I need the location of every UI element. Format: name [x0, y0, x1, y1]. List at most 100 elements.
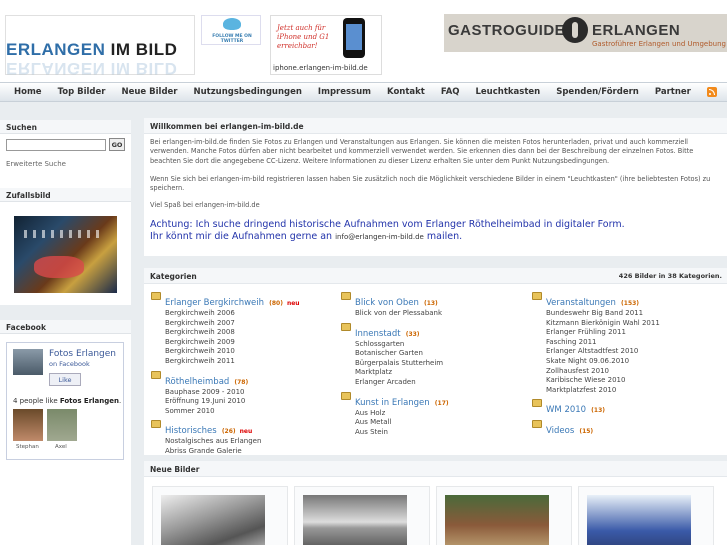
twitter-label: FOLLOW ME ON TWITTER: [212, 34, 252, 44]
random-image[interactable]: [14, 216, 117, 293]
nav-neue-bilder[interactable]: Neue Bilder: [113, 83, 185, 101]
subcategory-link[interactable]: Bergkirchweih 2006: [165, 309, 331, 319]
category-link[interactable]: Veranstaltungen: [546, 298, 616, 308]
logo-reflection: ERLANGEN IM BILD: [6, 59, 178, 78]
iphone-ad-text: Jetzt auch für iPhone und G1 erreichbar!: [277, 24, 330, 50]
subcategory-link[interactable]: Abriss Grande Galerie: [165, 447, 331, 457]
subcategory-link[interactable]: Bergkirchweih 2010: [165, 347, 331, 357]
friend-name[interactable]: Axel: [55, 444, 67, 450]
subcategory-link[interactable]: Bundeswehr Big Band 2011: [546, 309, 722, 319]
avatar[interactable]: [13, 409, 43, 441]
search-go-button[interactable]: GO: [109, 138, 125, 151]
category-link[interactable]: Videos: [546, 426, 574, 436]
category-link[interactable]: Innenstadt: [355, 329, 401, 339]
welcome-box: Willkommen bei erlangen-im-bild.de Bei e…: [144, 118, 727, 256]
folder-icon: [532, 292, 542, 300]
subcategory-link[interactable]: Skate Night 09.06.2010: [546, 357, 722, 367]
subcategory-link[interactable]: Erlanger Altstadtfest 2010: [546, 347, 722, 357]
subcategory-link[interactable]: Bürgerpalais Stutterheim: [355, 359, 521, 369]
folder-icon: [341, 391, 351, 400]
category-link[interactable]: Röthelheimbad: [165, 377, 229, 387]
category-link[interactable]: Blick von Oben: [355, 298, 419, 308]
nav-faq[interactable]: FAQ: [433, 83, 468, 101]
category-count: (78): [234, 378, 249, 386]
nav-spenden[interactable]: Spenden/Fördern: [548, 83, 647, 101]
new-image-thumb[interactable]: [436, 486, 572, 545]
like-label: Like: [58, 376, 72, 384]
subcategory-link[interactable]: Fasching 2011: [546, 338, 722, 348]
category-link[interactable]: Kunst in Erlangen: [355, 398, 430, 408]
gastroguide-banner[interactable]: GASTROGUIDE ERLANGEN Gastroführer Erlang…: [444, 14, 727, 52]
subcategory-link[interactable]: Marktplatz: [355, 368, 521, 378]
advanced-search-link[interactable]: Erweiterte Suche: [6, 160, 66, 168]
twitter-bird-icon: [223, 18, 241, 30]
category-column: Blick von Oben (13) Blick von der Plessab…: [341, 290, 521, 439]
rss-icon[interactable]: [707, 87, 717, 97]
welcome-paragraph: Viel Spaß bei erlangen-im-bild.de: [150, 201, 260, 209]
category-item: Innenstadt (33) Schlossgarten Botanischer …: [341, 321, 521, 388]
folder-icon: [151, 370, 161, 379]
subcategory-link[interactable]: Kitzmann Bierkönigin Wahl 2011: [546, 319, 722, 329]
notice-email[interactable]: info@erlangen-im-bild.de: [335, 233, 424, 241]
subcategory-link[interactable]: Nostalgisches aus Erlangen: [165, 437, 331, 447]
gastroguide-left: GASTROGUIDE: [448, 22, 566, 39]
subcategory-link[interactable]: Zollhausfest 2010: [546, 367, 722, 377]
category-item: Röthelheimbad (78) Bauphase 2009 - 2010 Er…: [151, 369, 331, 417]
facebook-on-facebook[interactable]: on Facebook: [49, 360, 90, 368]
new-image-thumb[interactable]: [294, 486, 430, 545]
subcategory-link[interactable]: Bergkirchweih 2009: [165, 338, 331, 348]
nav-partner[interactable]: Partner: [647, 83, 699, 101]
avatar[interactable]: [47, 409, 77, 441]
subcategory-link[interactable]: Marktplatzfest 2010: [546, 386, 722, 396]
new-images-box: Neue Bilder: [144, 461, 727, 545]
new-image-thumb[interactable]: [578, 486, 714, 545]
subcategory-link[interactable]: Blick von der Plessabank: [355, 309, 521, 319]
subcategory-link[interactable]: Erlanger Arcaden: [355, 378, 521, 388]
category-item: WM 2010 (13): [532, 397, 722, 416]
subcategory-link[interactable]: Aus Stein: [355, 428, 521, 438]
facebook-page-name[interactable]: Fotos Erlangen: [49, 349, 116, 359]
nav-kontakt[interactable]: Kontakt: [379, 83, 433, 101]
facebook-page-image[interactable]: [13, 349, 43, 375]
folder-icon: [532, 399, 542, 408]
subcategory-link[interactable]: Aus Metall: [355, 418, 521, 428]
nav-impressum[interactable]: Impressum: [310, 83, 379, 101]
search-input[interactable]: [6, 139, 106, 151]
subcategory-link[interactable]: Bergkirchweih 2011: [165, 357, 331, 367]
iphone-banner[interactable]: Jetzt auch für iPhone und G1 erreichbar!…: [270, 15, 382, 75]
category-link[interactable]: WM 2010: [546, 405, 586, 415]
subcategory-link[interactable]: Bergkirchweih 2008: [165, 328, 331, 338]
subcategory-link[interactable]: Botanischer Garten: [355, 349, 521, 359]
new-image-thumb[interactable]: [152, 486, 288, 545]
facebook-box: Facebook Fotos Erlangen on Facebook Like…: [0, 320, 131, 545]
categories-count: 426 Bilder in 38 Kategorien.: [618, 272, 722, 280]
random-image-title: Zufallsbild: [0, 188, 131, 202]
subcategory-link[interactable]: Sommer 2010: [165, 407, 331, 417]
welcome-paragraph: Wenn Sie sich bei erlangen-im-bild regis…: [150, 175, 711, 193]
subcategory-link[interactable]: Eröffnung 19.Juni 2010: [165, 397, 331, 407]
folder-icon: [532, 420, 542, 429]
category-item: Blick von Oben (13) Blick von der Plessab…: [341, 290, 521, 319]
search-title: Suchen: [0, 120, 131, 134]
category-item: Kunst in Erlangen (17) Aus Holz Aus Metall…: [341, 390, 521, 438]
twitter-follow-button[interactable]: FOLLOW ME ON TWITTER: [201, 15, 261, 45]
subcategory-link[interactable]: Bauphase 2009 - 2010: [165, 388, 331, 398]
category-column: Erlanger Bergkirchweih (80) neu Bergkirchw…: [151, 290, 331, 459]
nav-top-bilder[interactable]: Top Bilder: [50, 83, 114, 101]
notice-text: Achtung: Ich suche dringend historische …: [150, 219, 625, 242]
site-logo[interactable]: ERLANGEN IM BILD ERLANGEN IM BILD: [5, 15, 195, 78]
facebook-like-button[interactable]: Like: [49, 373, 81, 386]
category-link[interactable]: Erlanger Bergkirchweih: [165, 298, 264, 308]
subcategory-link[interactable]: Aus Holz: [355, 409, 521, 419]
iphone-url: iphone.erlangen-im-bild.de: [273, 64, 368, 72]
subcategory-link[interactable]: Erlanger Frühling 2011: [546, 328, 722, 338]
nav-nutzungsbedingungen[interactable]: Nutzungsbedingungen: [186, 83, 310, 101]
category-link[interactable]: Historisches: [165, 426, 217, 436]
facebook-likebox: Fotos Erlangen on Facebook Like 4 people…: [6, 342, 124, 460]
nav-home[interactable]: Home: [6, 83, 50, 101]
friend-name[interactable]: Stephan: [16, 444, 39, 450]
subcategory-link[interactable]: Karibische Wiese 2010: [546, 376, 722, 386]
subcategory-link[interactable]: Bergkirchweih 2007: [165, 319, 331, 329]
subcategory-link[interactable]: Schlossgarten: [355, 340, 521, 350]
nav-leuchtkasten[interactable]: Leuchtkasten: [468, 83, 549, 101]
